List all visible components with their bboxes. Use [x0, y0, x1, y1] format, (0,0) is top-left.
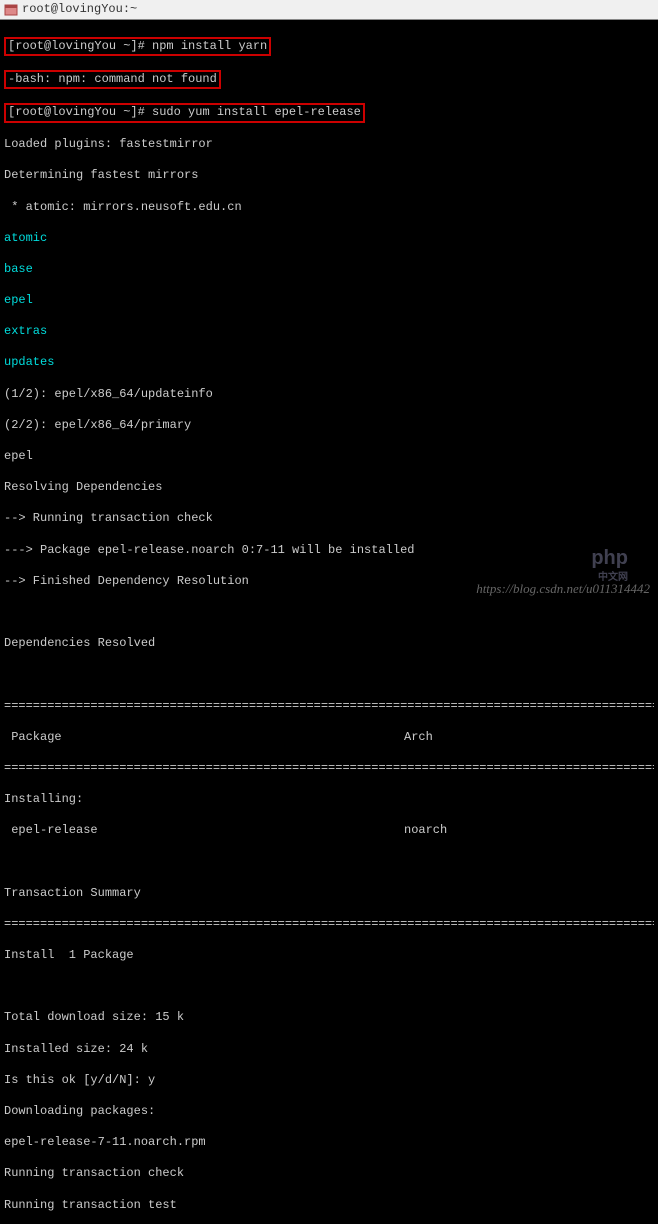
cell-arch: noarch	[404, 823, 654, 839]
window-titlebar: root@lovingYou:~	[0, 0, 658, 20]
command-text: npm install yarn	[152, 39, 267, 53]
output-line: updates	[4, 355, 654, 371]
divider-line: ========================================…	[4, 761, 654, 777]
output-line: (2/2): epel/x86_64/primary	[4, 418, 654, 434]
divider-line: ========================================…	[4, 917, 654, 933]
terminal-icon	[4, 3, 18, 17]
output-line: (1/2): epel/x86_64/updateinfo	[4, 387, 654, 403]
prompt: [root@lovingYou ~]#	[8, 105, 145, 119]
output-line: Loaded plugins: fastestmirror	[4, 137, 654, 153]
output-line: Total download size: 15 k	[4, 1010, 654, 1026]
php-watermark: php 中文网	[591, 545, 628, 584]
confirm-prompt: Is this ok [y/d/N]: y	[4, 1073, 654, 1089]
prompt: [root@lovingYou ~]#	[8, 39, 145, 53]
output-line: Running transaction test	[4, 1198, 654, 1214]
table-row: epel-release noarch	[4, 823, 654, 839]
output-line: epel-release-7-11.noarch.rpm	[4, 1135, 654, 1151]
output-line: * atomic: mirrors.neusoft.edu.cn	[4, 200, 654, 216]
column-arch: Arch	[404, 730, 654, 746]
output-line: extras	[4, 324, 654, 340]
output-line: Determining fastest mirrors	[4, 168, 654, 184]
output-line: atomic	[4, 231, 654, 247]
csdn-watermark: https://blog.csdn.net/u011314442	[476, 581, 650, 598]
output-line: Install 1 Package	[4, 948, 654, 964]
output-line: base	[4, 262, 654, 278]
highlight-error: -bash: npm: command not found	[4, 70, 221, 90]
terminal-output[interactable]: [root@lovingYou ~]# npm install yarn -ba…	[0, 20, 658, 1224]
output-line: Resolving Dependencies	[4, 480, 654, 496]
highlight-cmd2: [root@lovingYou ~]# sudo yum install epe…	[4, 103, 365, 123]
output-line: epel	[4, 293, 654, 309]
output-line: Transaction Summary	[4, 886, 654, 902]
divider-line: ========================================…	[4, 699, 654, 715]
error-text: -bash: npm: command not found	[8, 72, 217, 86]
output-line: Installing:	[4, 792, 654, 808]
output-line: --> Running transaction check	[4, 511, 654, 527]
command-text: sudo yum install epel-release	[152, 105, 361, 119]
highlight-cmd1: [root@lovingYou ~]# npm install yarn	[4, 37, 271, 57]
table-header: Package Arch	[4, 730, 654, 746]
cell-package: epel-release	[4, 823, 404, 839]
output-line: Downloading packages:	[4, 1104, 654, 1120]
output-line: epel	[4, 449, 654, 465]
output-line: ---> Package epel-release.noarch 0:7-11 …	[4, 543, 654, 559]
output-line: Running transaction check	[4, 1166, 654, 1182]
window-title: root@lovingYou:~	[22, 2, 137, 18]
output-line: Dependencies Resolved	[4, 636, 654, 652]
output-line: Installed size: 24 k	[4, 1042, 654, 1058]
column-package: Package	[4, 730, 404, 746]
